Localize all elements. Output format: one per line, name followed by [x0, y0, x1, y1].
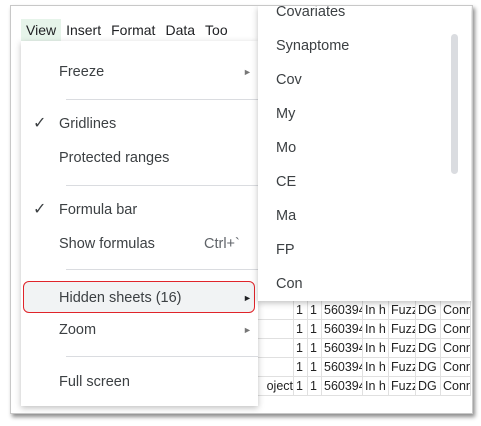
spreadsheet-window: 1 1 560394 In h Fuzz DG Conn 1 1 560394 In h Fuzz DG… — [10, 5, 473, 414]
table-cell[interactable]: 1 — [308, 339, 322, 358]
table-cell[interactable] — [256, 339, 294, 358]
submenu-arrow-icon: ► — [243, 293, 252, 303]
freeze-label: Freeze — [59, 64, 105, 80]
menu-insert[interactable]: Insert — [61, 19, 106, 43]
table-cell[interactable]: In h — [363, 301, 389, 320]
table-cell[interactable]: 560394 — [322, 377, 363, 396]
table-cell[interactable] — [256, 358, 294, 377]
zoom-label: Zoom — [59, 322, 97, 338]
table-cell[interactable]: 1 — [308, 301, 322, 320]
hidden-sheet-item[interactable]: My — [276, 106, 295, 122]
menu-item-hidden-sheets[interactable]: Hidden sheets (16) ► — [23, 281, 255, 313]
menu-tools[interactable]: Too — [200, 19, 233, 43]
table-row: 1 1 560394 In h Fuzz DG Conn — [256, 320, 471, 339]
view-menu: Freeze ► ✓ Gridlines Protected ranges ✓ … — [21, 41, 258, 406]
table-cell[interactable]: DG — [416, 301, 441, 320]
table-cell[interactable] — [256, 301, 294, 320]
check-icon: ✓ — [33, 201, 47, 218]
hidden-sheet-item[interactable]: Ma — [276, 208, 296, 224]
hidden-sheets-label: Hidden sheets (16) — [59, 290, 182, 306]
table-row: oject 1 1 560394 In h Fuzz DG Conn — [256, 377, 471, 396]
menu-item-full-screen[interactable]: Full screen — [21, 366, 258, 398]
menu-item-gridlines[interactable]: ✓ Gridlines — [21, 108, 258, 140]
table-cell[interactable]: Conn — [441, 320, 471, 339]
menu-data[interactable]: Data — [160, 19, 200, 43]
protected-ranges-label: Protected ranges — [59, 150, 170, 166]
divider — [66, 185, 258, 186]
table-cell[interactable]: 1 — [308, 320, 322, 339]
table-cell[interactable]: Fuzz — [389, 320, 416, 339]
table-cell[interactable]: In h — [363, 320, 389, 339]
table-row: 1 1 560394 In h Fuzz DG Conn — [256, 339, 471, 358]
hidden-sheet-item[interactable]: Covariates — [276, 6, 345, 20]
table-cell[interactable]: 560394 — [322, 301, 363, 320]
divider — [66, 356, 258, 357]
submenu-scrollbar[interactable] — [451, 34, 458, 174]
menu-item-protected-ranges[interactable]: Protected ranges — [21, 142, 258, 174]
table-cell[interactable]: 560394 — [322, 339, 363, 358]
table-row: 1 1 560394 In h Fuzz DG Conn — [256, 358, 471, 377]
table-cell[interactable]: Fuzz — [389, 358, 416, 377]
hidden-sheet-item[interactable]: Cov — [276, 72, 302, 88]
hidden-sheets-submenu: Covariates Synaptome Cov My Mo CE Ma FP Con — [258, 6, 471, 301]
gridlines-label: Gridlines — [59, 116, 117, 132]
table-cell[interactable]: 1 — [294, 339, 308, 358]
table-cell[interactable]: 1 — [294, 358, 308, 377]
table-cell[interactable]: 560394 — [322, 320, 363, 339]
check-icon: ✓ — [33, 115, 47, 132]
formula-bar-label: Formula bar — [59, 202, 138, 218]
table-cell[interactable]: DG — [416, 377, 441, 396]
submenu-arrow-icon: ► — [243, 67, 252, 77]
hidden-sheet-item[interactable]: Synaptome — [276, 38, 349, 54]
divider — [66, 269, 258, 270]
table-cell[interactable]: In h — [363, 358, 389, 377]
menu-item-zoom[interactable]: Zoom ► — [21, 314, 258, 346]
table-cell[interactable]: 1 — [308, 358, 322, 377]
menu-item-freeze[interactable]: Freeze ► — [21, 56, 258, 88]
submenu-arrow-icon: ► — [243, 325, 252, 335]
table-cell[interactable]: oject — [256, 377, 294, 396]
menu-item-formula-bar[interactable]: ✓ Formula bar — [21, 194, 258, 226]
sheet-grid: 1 1 560394 In h Fuzz DG Conn 1 1 560394 In h Fuzz DG… — [256, 296, 471, 406]
show-formulas-shortcut: Ctrl+` — [204, 236, 240, 252]
table-cell[interactable]: 1 — [294, 320, 308, 339]
table-cell[interactable]: DG — [416, 320, 441, 339]
table-cell[interactable]: 1 — [294, 301, 308, 320]
table-cell[interactable]: 560394 — [322, 358, 363, 377]
full-screen-label: Full screen — [59, 374, 130, 390]
table-cell[interactable]: Fuzz — [389, 301, 416, 320]
table-cell[interactable]: Conn — [441, 377, 471, 396]
table-cell[interactable]: 1 — [308, 377, 322, 396]
table-cell[interactable]: 1 — [294, 377, 308, 396]
table-cell[interactable]: DG — [416, 358, 441, 377]
table-cell[interactable]: In h — [363, 339, 389, 358]
menu-item-show-formulas[interactable]: Show formulas Ctrl+` — [21, 228, 258, 260]
show-formulas-label: Show formulas — [59, 236, 155, 252]
table-cell[interactable]: DG — [416, 339, 441, 358]
hidden-sheet-item[interactable]: CE — [276, 174, 296, 190]
divider — [66, 99, 258, 100]
table-cell[interactable]: Fuzz — [389, 339, 416, 358]
table-cell[interactable]: Conn — [441, 358, 471, 377]
table-cell[interactable] — [256, 320, 294, 339]
table-cell[interactable]: In h — [363, 377, 389, 396]
hidden-sheet-item[interactable]: Mo — [276, 140, 296, 156]
menu-format[interactable]: Format — [106, 19, 160, 43]
table-cell[interactable]: Conn — [441, 301, 471, 320]
menu-view[interactable]: View — [21, 19, 62, 43]
table-row: 1 1 560394 In h Fuzz DG Conn — [256, 301, 471, 320]
menu-bar: View Insert Format Data Too — [21, 19, 233, 43]
table-cell[interactable]: Fuzz — [389, 377, 416, 396]
hidden-sheet-item[interactable]: Con — [276, 276, 303, 292]
hidden-sheet-item[interactable]: FP — [276, 242, 295, 258]
table-cell[interactable]: Conn — [441, 339, 471, 358]
